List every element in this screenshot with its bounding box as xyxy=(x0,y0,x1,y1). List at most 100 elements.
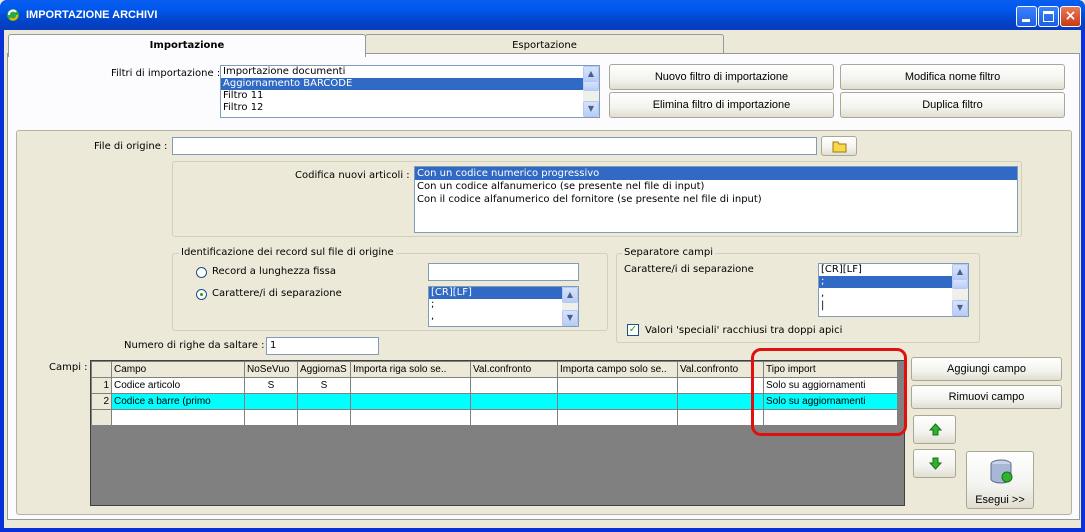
table-cell[interactable] xyxy=(557,377,678,394)
source-file-input[interactable] xyxy=(172,137,817,155)
filters-list[interactable]: Importazione documenti Aggiornamento BAR… xyxy=(220,65,600,118)
minimize-button[interactable] xyxy=(1016,6,1037,27)
highlight-outline xyxy=(751,348,907,436)
list-item[interactable]: [CR][LF] xyxy=(429,287,578,299)
new-filter-button[interactable]: Nuovo filtro di importazione xyxy=(609,64,834,90)
coding-label: Codifica nuovi articoli : xyxy=(295,170,410,181)
minimize-icon xyxy=(1022,19,1030,22)
list-item[interactable]: , xyxy=(819,288,968,300)
row-number: 2 xyxy=(91,393,112,410)
duplicate-filter-button[interactable]: Duplica filtro xyxy=(840,92,1065,118)
table-cell[interactable] xyxy=(557,393,678,410)
maximize-button[interactable] xyxy=(1038,6,1059,27)
folder-icon xyxy=(832,141,847,153)
list-item[interactable]: | xyxy=(819,300,968,312)
list-item[interactable]: Con il codice alfanumerico del fornitore… xyxy=(415,193,1017,206)
table-cell[interactable] xyxy=(297,409,351,426)
table-cell[interactable] xyxy=(350,409,471,426)
field-separator-title: Separatore campi xyxy=(622,247,715,258)
table-cell[interactable] xyxy=(350,377,471,394)
scroll-down-icon[interactable]: ▼ xyxy=(583,101,599,117)
add-field-button[interactable]: Aggiungi campo xyxy=(911,357,1062,381)
list-item[interactable]: ; xyxy=(819,276,968,288)
close-icon: × xyxy=(1064,8,1077,24)
record-id-title: Identificazione dei record sul file di o… xyxy=(179,247,396,258)
scroll-thumb[interactable] xyxy=(583,81,599,91)
fields-label: Campi : xyxy=(49,362,88,373)
source-file-label: File di origine : xyxy=(94,141,168,152)
arrow-up-icon xyxy=(929,423,942,436)
scroll-down-icon[interactable]: ▼ xyxy=(952,300,968,316)
column-header[interactable]: Importa riga solo se.. xyxy=(350,361,471,378)
scroll-up-icon[interactable]: ▲ xyxy=(583,66,599,82)
separator-label: Carattere/i di separazione xyxy=(212,288,342,299)
skip-rows-input[interactable]: 1 xyxy=(266,337,379,355)
fixed-length-input[interactable] xyxy=(428,263,579,281)
field-separator-label: Carattere/i di separazione xyxy=(624,264,754,275)
table-cell[interactable]: S xyxy=(244,377,298,394)
coding-list[interactable]: Con un codice numerico progressivo Con u… xyxy=(414,166,1018,233)
maximize-icon xyxy=(1043,11,1054,22)
field-separator-list[interactable]: [CR][LF] ; , | ▲ ▼ xyxy=(818,263,969,317)
table-cell[interactable]: Codice a barre (primo xyxy=(111,393,245,410)
record-separator-list[interactable]: [CR][LF] ; , ▲ ▼ xyxy=(428,286,579,327)
table-cell[interactable] xyxy=(470,393,558,410)
column-header[interactable]: Importa campo solo se.. xyxy=(557,361,678,378)
table-cell[interactable] xyxy=(244,409,298,426)
title-bar[interactable]: IMPORTAZIONE ARCHIVI × xyxy=(0,0,1085,30)
scroll-up-icon[interactable]: ▲ xyxy=(562,287,578,303)
table-cell[interactable]: S xyxy=(297,377,351,394)
table-cell[interactable] xyxy=(350,393,471,410)
tab-esportazione[interactable]: Esportazione xyxy=(365,34,724,55)
table-cell[interactable] xyxy=(470,377,558,394)
table-cell[interactable] xyxy=(470,409,558,426)
record-separator-scrollbar[interactable]: ▲ ▼ xyxy=(562,287,578,326)
column-header[interactable]: NoSeVuo xyxy=(244,361,298,378)
browse-button[interactable] xyxy=(821,136,857,156)
tab-importazione[interactable]: Importazione xyxy=(8,34,366,57)
arrow-down-icon xyxy=(929,457,942,470)
table-cell[interactable]: Codice articolo xyxy=(111,377,245,394)
separator-radio[interactable] xyxy=(196,289,207,300)
delete-filter-button[interactable]: Elimina filtro di importazione xyxy=(609,92,834,118)
table-cell[interactable] xyxy=(111,409,245,426)
list-item[interactable]: Filtro 12 xyxy=(221,102,599,114)
table-cell[interactable] xyxy=(557,409,678,426)
fixed-length-label: Record a lunghezza fissa xyxy=(212,266,336,277)
quotes-label: Valori 'speciali' racchiusi tra doppi ap… xyxy=(645,325,843,336)
row-number xyxy=(91,409,112,426)
fixed-length-radio[interactable] xyxy=(196,267,207,278)
table-cell[interactable] xyxy=(297,393,351,410)
quotes-checkbox[interactable]: ✓ xyxy=(627,324,639,336)
scroll-thumb[interactable] xyxy=(952,279,968,289)
column-header[interactable]: Campo xyxy=(111,361,245,378)
table-cell[interactable] xyxy=(244,393,298,410)
list-item[interactable]: Con un codice alfanumerico (se presente … xyxy=(415,180,1017,193)
list-item[interactable]: Filtro 11 xyxy=(221,90,599,102)
scroll-up-icon[interactable]: ▲ xyxy=(952,264,968,280)
app-icon xyxy=(7,9,19,21)
list-item[interactable]: , xyxy=(429,311,578,323)
list-item[interactable]: Con un codice numerico progressivo xyxy=(415,167,1017,180)
rename-filter-button[interactable]: Modifica nome filtro xyxy=(840,64,1065,90)
filters-label: Filtri di importazione : xyxy=(111,68,221,79)
column-header[interactable]: Val.confronto xyxy=(470,361,558,378)
list-item[interactable]: ; xyxy=(429,299,578,311)
column-header[interactable]: AggiornaS xyxy=(297,361,351,378)
list-item[interactable]: [CR][LF] xyxy=(819,264,968,276)
move-up-button[interactable] xyxy=(913,415,956,444)
close-button[interactable]: × xyxy=(1060,6,1081,27)
list-item[interactable]: Aggiornamento BARCODE xyxy=(221,78,599,90)
filters-scrollbar[interactable]: ▲ ▼ xyxy=(583,66,599,117)
window-title: IMPORTAZIONE ARCHIVI xyxy=(26,9,158,21)
remove-field-button[interactable]: Rimuovi campo xyxy=(911,385,1062,409)
row-header-corner xyxy=(91,361,112,378)
list-item[interactable]: Importazione documenti xyxy=(221,66,599,78)
execute-button[interactable]: Esegui >> xyxy=(966,451,1034,509)
field-separator-scrollbar[interactable]: ▲ ▼ xyxy=(952,264,968,316)
scroll-down-icon[interactable]: ▼ xyxy=(562,310,578,326)
database-icon xyxy=(990,459,1013,484)
row-number: 1 xyxy=(91,377,112,394)
skip-rows-label: Numero di righe da saltare : xyxy=(124,340,265,351)
move-down-button[interactable] xyxy=(913,449,956,478)
